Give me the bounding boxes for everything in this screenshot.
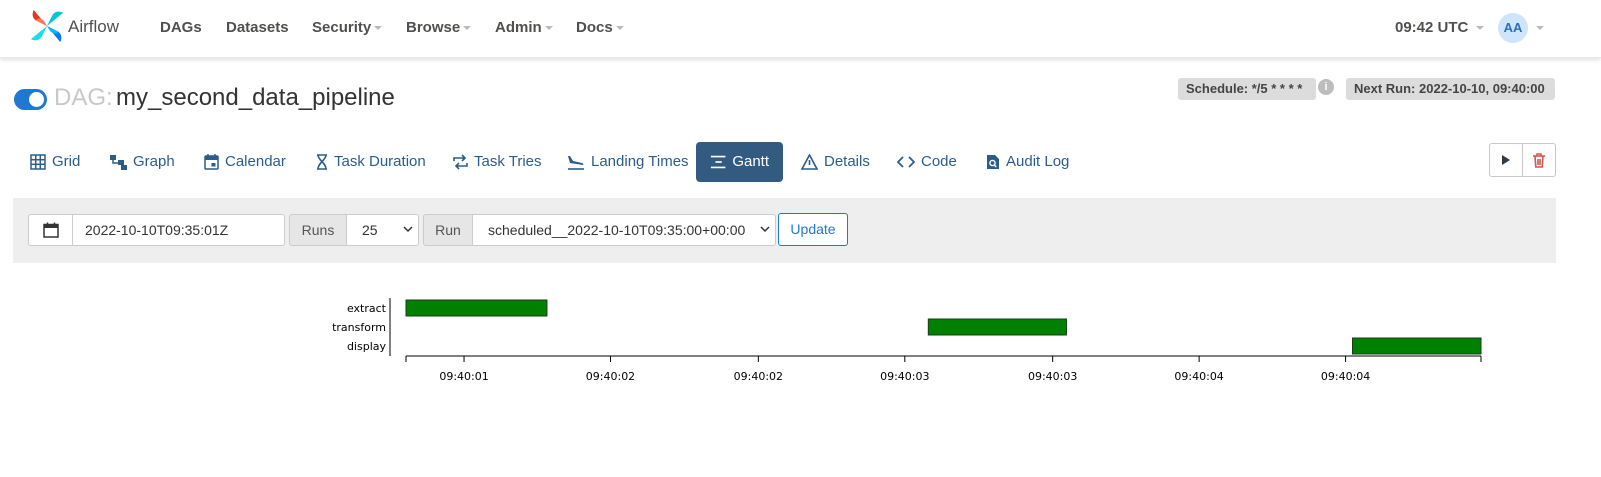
file-search-icon (987, 155, 999, 169)
tab-landing-times[interactable]: Landing Times (567, 142, 689, 182)
gantt-task-label: extract (347, 302, 387, 315)
user-avatar[interactable]: AA (1498, 13, 1528, 43)
gantt-x-tick-label: 09:40:02 (586, 370, 635, 383)
nav-dags[interactable]: DAGs (160, 19, 202, 36)
trash-icon (1533, 152, 1545, 168)
tab-details[interactable]: Details (801, 142, 870, 182)
caret-down-icon[interactable] (1536, 26, 1544, 30)
tab-gantt[interactable]: Gantt (696, 142, 783, 182)
next-run-badge: Next Run: 2022-10-10, 09:40:00 (1346, 78, 1555, 100)
caret-down-icon (615, 26, 624, 31)
plane-landing-icon (568, 156, 584, 170)
base-date-input[interactable]: 2022-10-10T09:35:01Z (72, 214, 285, 246)
tab-audit-log[interactable]: Audit Log (986, 142, 1069, 182)
tab-calendar[interactable]: Calendar (204, 142, 286, 182)
schedule-badge: Schedule: */5 * * * * (1178, 78, 1316, 100)
nav-admin[interactable]: Admin (495, 19, 553, 36)
gantt-x-tick-label: 09:40:04 (1321, 370, 1370, 383)
gantt-x-tick-label: 09:40:03 (1028, 370, 1077, 383)
hourglass-icon (317, 154, 327, 170)
gantt-x-tick-label: 09:40:03 (880, 370, 929, 383)
runs-label: Runs (289, 214, 347, 246)
caret-down-icon (374, 26, 383, 31)
gantt-bar-display[interactable] (1351, 337, 1482, 355)
nav-browse[interactable]: Browse (406, 19, 472, 36)
graph-icon (110, 155, 127, 170)
chevron-down-icon (760, 226, 770, 233)
warning-triangle-icon (801, 154, 818, 170)
gantt-x-tick-label: 09:40:01 (439, 370, 488, 383)
repeat-icon (453, 154, 468, 170)
play-icon (1502, 155, 1510, 165)
caret-down-icon (544, 26, 553, 31)
dag-label: DAG: (54, 84, 113, 111)
tab-task-duration[interactable]: Task Duration (316, 142, 426, 182)
utc-clock[interactable]: 09:42 UTC (1395, 19, 1485, 36)
top-navbar: Airflow DAGs Datasets Security Browse Ad… (0, 0, 1601, 58)
gantt-bar-extract[interactable] (405, 299, 548, 317)
gantt-chart: extract transform display 09:40:01 09:40:02 0… (332, 298, 1482, 383)
gantt-task-label: transform (332, 321, 386, 334)
gantt-icon (710, 155, 726, 169)
calendar-icon (204, 154, 219, 170)
gantt-x-tick-label: 09:40:02 (734, 370, 783, 383)
info-icon[interactable]: i (1318, 79, 1334, 95)
dag-pause-toggle[interactable] (14, 89, 47, 110)
tab-task-tries[interactable]: Task Tries (453, 142, 542, 182)
calendar-icon (42, 222, 59, 238)
gantt-bar-transform[interactable] (927, 318, 1067, 336)
run-label: Run (423, 214, 473, 246)
brand-name[interactable]: Airflow (68, 17, 119, 37)
nav-docs[interactable]: Docs (576, 19, 624, 36)
dag-id-title: my_second_data_pipeline (116, 84, 395, 111)
date-picker-button[interactable] (28, 214, 73, 246)
run-select[interactable]: scheduled__2022-10-10T09:35:00+00:00 (472, 214, 776, 246)
tab-code[interactable]: Code (897, 142, 957, 182)
delete-dag-button[interactable] (1522, 143, 1556, 177)
gantt-task-label: display (347, 340, 387, 353)
caret-down-icon (463, 26, 472, 31)
tab-grid[interactable]: Grid (30, 142, 80, 182)
caret-down-icon (1476, 26, 1485, 31)
gantt-x-tick-label: 09:40:04 (1174, 370, 1223, 383)
nav-security[interactable]: Security (312, 19, 383, 36)
update-button[interactable]: Update (778, 213, 848, 246)
trigger-dag-button[interactable] (1489, 143, 1523, 177)
nav-datasets[interactable]: Datasets (226, 19, 289, 36)
code-icon (897, 156, 915, 168)
airflow-logo[interactable] (28, 7, 66, 45)
tab-graph[interactable]: Graph (110, 142, 175, 182)
toggle-knob (29, 92, 44, 107)
grid-icon (30, 154, 46, 170)
chevron-down-icon (403, 226, 413, 233)
